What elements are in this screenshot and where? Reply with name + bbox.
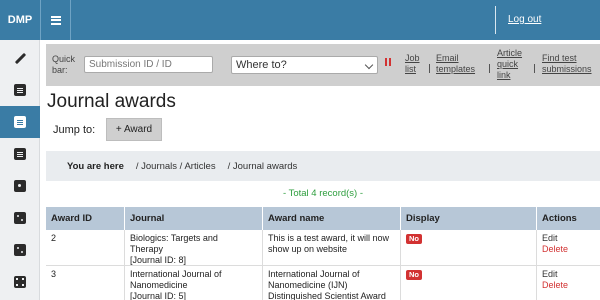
sidebar [0, 40, 40, 300]
jump-to-label: Jump to: [53, 124, 96, 136]
page-title: Journal awards [47, 91, 176, 112]
logout-link[interactable]: Log out [508, 14, 541, 25]
brand-logo[interactable]: DMP [0, 0, 40, 40]
column-header-award-name[interactable]: Award name [262, 207, 400, 230]
dice-four-icon [14, 276, 26, 288]
column-header-actions: Actions [536, 207, 600, 230]
column-header-award-id[interactable]: Award ID [46, 207, 124, 230]
job-list-link[interactable]: Job list [405, 53, 420, 75]
cell-actions: Edit Delete [536, 230, 600, 265]
cell-display: No [400, 266, 536, 300]
cell-actions: Edit Delete [536, 266, 600, 300]
sidebar-item-dice-three[interactable] [0, 234, 40, 266]
display-status-badge: No [406, 270, 422, 280]
cell-award-name: This is a test award, it will now show u… [262, 230, 400, 265]
breadcrumb-journal-awards: / Journal awards [227, 160, 298, 172]
table-header: Award ID Journal Award name Display Acti… [46, 207, 600, 230]
sidebar-item-book[interactable] [0, 138, 40, 170]
logout-divider [495, 6, 496, 34]
edit-link[interactable]: Edit [542, 269, 595, 280]
hamburger-icon [50, 15, 61, 25]
sidebar-item-dice-two[interactable] [0, 202, 40, 234]
cell-award-id: 2 [51, 233, 57, 243]
display-status-badge: No [406, 234, 422, 244]
sidebar-item-documents[interactable] [0, 74, 40, 106]
add-award-button[interactable]: + Award [106, 118, 162, 141]
breadcrumb-here-label: You are here [67, 160, 124, 172]
table-row: 3 International Journal of Nanomedicine … [46, 266, 600, 300]
cell-award-name: International Journal of Nanomedicine (I… [262, 266, 400, 300]
delete-link[interactable]: Delete [542, 244, 595, 255]
article-quick-link[interactable]: Article quick link [497, 48, 522, 81]
table-row: 2 Biologics: Targets and Therapy [Journa… [46, 230, 600, 266]
where-to-value: Where to? [236, 59, 287, 71]
menu-toggle-button[interactable] [40, 0, 71, 40]
dice-two-icon [14, 212, 26, 224]
document-icon [14, 84, 26, 96]
where-to-select[interactable]: Where to? [231, 56, 378, 74]
email-templates-link[interactable]: Email templates [436, 53, 475, 75]
link-separator [429, 64, 430, 73]
pause-icon[interactable] [384, 56, 392, 66]
journal-icon [14, 116, 26, 128]
cell-journal: International Journal of Nanomedicine [J… [124, 266, 262, 300]
breadcrumb: You are here / Journals / Articles / Jou… [46, 151, 600, 181]
column-header-display[interactable]: Display [400, 207, 536, 230]
total-records: - Total 4 record(s) - [282, 188, 364, 199]
find-test-submissions-link[interactable]: Find test submissions [542, 53, 592, 75]
sidebar-item-journals[interactable] [0, 106, 40, 138]
dice-three-icon [14, 244, 26, 256]
chevron-down-icon [364, 60, 374, 70]
breadcrumb-journals-articles[interactable]: / Journals / Articles [136, 161, 216, 172]
sidebar-item-dice-four[interactable] [0, 266, 40, 298]
cell-journal: Biologics: Targets and Therapy [Journal … [124, 230, 262, 265]
link-separator [534, 64, 535, 73]
sidebar-item-edit[interactable] [0, 42, 40, 74]
pencil-icon [14, 52, 26, 64]
delete-link[interactable]: Delete [542, 280, 595, 291]
cell-award-id: 3 [51, 269, 57, 279]
column-header-journal[interactable]: Journal [124, 207, 262, 230]
submission-search-input[interactable] [84, 56, 213, 73]
link-separator [489, 64, 490, 73]
quick-bar: Quick bar: Where to? Job list Email temp… [46, 44, 600, 86]
dice-one-icon [14, 180, 26, 192]
edit-link[interactable]: Edit [542, 233, 595, 244]
book-icon [14, 148, 26, 160]
quick-bar-label: Quick bar: [52, 54, 76, 75]
top-bar: DMP Log out [0, 0, 600, 40]
cell-display: No [400, 230, 536, 265]
sidebar-item-dice-one[interactable] [0, 170, 40, 202]
